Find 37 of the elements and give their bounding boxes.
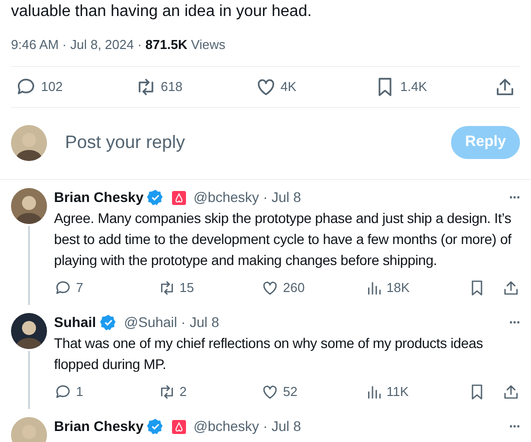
- action-count: 4K: [280, 78, 296, 96]
- reply-icon[interactable]: [54, 382, 72, 400]
- more-button[interactable]: ···: [509, 312, 520, 333]
- author-name[interactable]: Brian Chesky: [54, 416, 144, 437]
- reply-text: Agree. Many companies skip the prototype phase and just ship a design. It’s best to add time to the development cycle to have a few months (or more) of playing with the prototype and making changes before shipping.: [54, 208, 512, 270]
- action-count: 18K: [386, 278, 410, 297]
- action-count: 1: [76, 382, 84, 401]
- author-name[interactable]: Suhail: [54, 312, 96, 333]
- avatar[interactable]: [11, 312, 47, 348]
- tweet-meta: 9:46 AM · Jul 8, 2024 · 871.5K Views: [10, 36, 226, 54]
- tweet-text: valuable than having an idea in your head.: [10, 2, 313, 22]
- action-count: 11K: [386, 382, 409, 401]
- affiliate-badge-icon[interactable]: [172, 420, 186, 434]
- more-button[interactable]: ···: [509, 416, 520, 437]
- action-count: 102: [41, 78, 63, 96]
- action-count: 7: [76, 278, 84, 297]
- action-count: 52: [283, 382, 298, 401]
- action-count: 260: [283, 278, 305, 297]
- heart-icon[interactable]: [261, 382, 279, 400]
- heart-icon[interactable]: [261, 278, 279, 296]
- action-count: 1.4K: [400, 78, 427, 96]
- handle-date: @bchesky · Jul 8: [193, 188, 302, 207]
- action-count: 618: [160, 78, 182, 96]
- reply-input[interactable]: Post your reply: [65, 129, 434, 156]
- more-button[interactable]: ···: [509, 187, 520, 208]
- avatar[interactable]: [11, 124, 47, 160]
- share-icon[interactable]: [502, 382, 520, 400]
- reply-text: That was one of my chief reflections on why some of my products ideas flopped during MP.: [54, 334, 484, 374]
- affiliate-badge-icon[interactable]: [172, 190, 186, 204]
- reply-icon[interactable]: [54, 278, 72, 296]
- share-icon[interactable]: [502, 278, 520, 296]
- author-name[interactable]: Brian Chesky: [54, 187, 144, 208]
- action-count: 15: [180, 278, 194, 297]
- handle-date: @bchesky · Jul 8: [193, 417, 302, 436]
- handle-date: @Suhail · Jul 8: [124, 313, 220, 332]
- action-count: 2: [180, 382, 187, 401]
- avatar[interactable]: [11, 188, 47, 224]
